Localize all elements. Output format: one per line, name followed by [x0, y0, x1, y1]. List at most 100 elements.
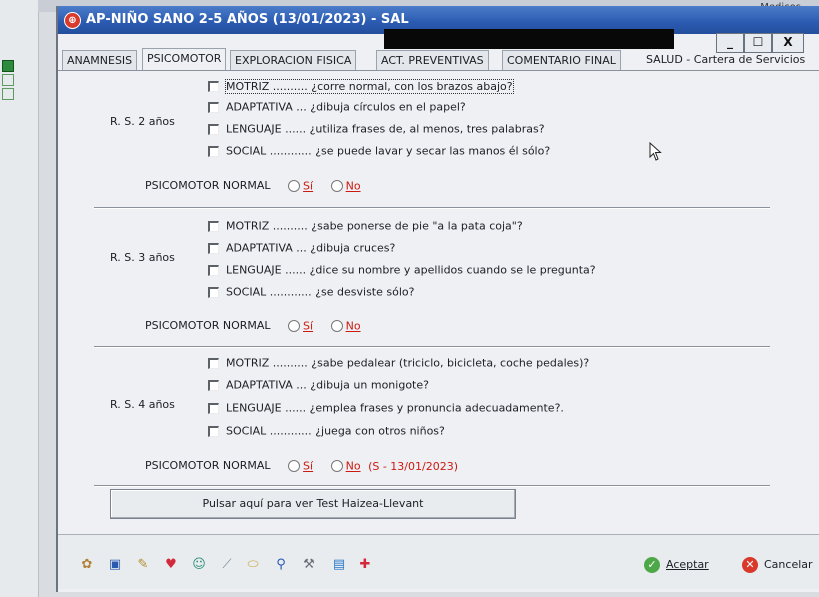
checkbox-box[interactable] [208, 264, 219, 276]
heart-icon[interactable]: ♥ [160, 556, 182, 574]
normal-label: PSICOMOTOR NORMAL [145, 319, 271, 332]
tab-bar: ANAMNESIS PSICOMOTOR EXPLORACION FISICA … [58, 48, 819, 71]
question-label: ¿emplea frases y pronuncia adecuadamente… [309, 401, 564, 415]
checkbox-box[interactable] [208, 425, 219, 437]
psicomotor-normal-2: PSICOMOTOR NORMAL Sí No [145, 179, 361, 193]
checkbox-box[interactable] [208, 145, 219, 157]
cancel-icon: ✕ [742, 557, 758, 573]
checkbox-box[interactable] [208, 286, 219, 298]
question-label: ¿sabe ponerse de pie "a la pata coja"? [311, 219, 523, 233]
area-label: MOTRIZ .......... [226, 79, 308, 93]
radio-si-label[interactable]: Sí [303, 460, 313, 473]
pipette-icon[interactable]: ⟋ [216, 556, 238, 574]
question-label: ¿se desviste sólo? [315, 285, 415, 299]
first-aid-icon[interactable]: ✚ [354, 556, 376, 574]
radio-no[interactable] [330, 460, 343, 472]
radio-si-label[interactable]: Sí [303, 320, 313, 333]
area-label: SOCIAL ............ [226, 144, 312, 158]
checkbox-3-lenguaje[interactable]: LENGUAJE ...... ¿dice su nombre y apelli… [208, 263, 596, 279]
pill-icon[interactable]: ⬭ [242, 556, 264, 574]
accept-label: Aceptar [666, 558, 709, 571]
tree-node-icon [2, 60, 14, 72]
area-label: SOCIAL ............ [226, 285, 312, 299]
checkbox-box[interactable] [208, 101, 219, 113]
area-label: MOTRIZ .......... [226, 219, 308, 233]
checkbox-4-social[interactable]: SOCIAL ............ ¿juega con otros niñ… [208, 424, 445, 440]
cancel-button[interactable]: ✕ Cancelar [742, 555, 813, 575]
tab-exploracion-fisica[interactable]: EXPLORACION FISICA [230, 50, 357, 70]
normal-label: PSICOMOTOR NORMAL [145, 459, 271, 472]
area-label: MOTRIZ .......... [226, 356, 308, 370]
area-label: ADAPTATIVA ... [226, 378, 307, 392]
question-label: ¿dibuja círculos en el papel? [310, 100, 466, 114]
checkbox-3-adaptativa[interactable]: ADAPTATIVA ... ¿dibuja cruces? [208, 241, 395, 257]
area-label: LENGUAJE ...... [226, 401, 307, 415]
psicomotor-panel: R. S. 2 años MOTRIZ .......... ¿corre no… [58, 71, 819, 501]
group-label-3-anos: R. S. 3 años [110, 251, 175, 264]
cancel-label: Cancelar [764, 558, 813, 571]
checkbox-box[interactable] [208, 357, 219, 369]
tools-icon[interactable]: ⚒ [298, 556, 320, 574]
area-label: SOCIAL ............ [226, 424, 312, 438]
checkbox-4-lenguaje[interactable]: LENGUAJE ...... ¿emplea frases y pronunc… [208, 401, 564, 417]
radio-no-label[interactable]: No [346, 180, 361, 193]
question-label: ¿juega con otros niños? [315, 424, 445, 438]
checkbox-4-adaptativa[interactable]: ADAPTATIVA ... ¿dibuja un monigote? [208, 378, 429, 394]
checkbox-box[interactable] [208, 123, 219, 135]
bottom-toolbar: ✿ ▣ ✎ ♥ ☺ ⟋ ⬭ ⚲ ⚒ ▤ ✚ ✓ Aceptar ✕ Cancelar [58, 534, 819, 589]
psicomotor-normal-3: PSICOMOTOR NORMAL Sí No [145, 319, 361, 333]
checkbox-4-motriz[interactable]: MOTRIZ .......... ¿sabe pedalear (tricic… [208, 356, 589, 372]
group-label-4-anos: R. S. 4 años [110, 398, 175, 411]
checkbox-box[interactable] [208, 242, 219, 254]
checkbox-box[interactable] [208, 379, 219, 391]
normal-label: PSICOMOTOR NORMAL [145, 179, 271, 192]
checkbox-3-motriz[interactable]: MOTRIZ .......... ¿sabe ponerse de pie "… [208, 219, 523, 235]
radio-no-label[interactable]: No [346, 320, 361, 333]
question-label: ¿dibuja un monigote? [310, 378, 429, 392]
area-label: ADAPTATIVA ... [226, 100, 307, 114]
area-label: ADAPTATIVA ... [226, 241, 307, 255]
radio-si[interactable] [288, 180, 301, 192]
checkbox-box[interactable] [208, 402, 219, 414]
radio-si-label[interactable]: Sí [303, 180, 313, 193]
checkbox-2-social[interactable]: SOCIAL ............ ¿se puede lavar y se… [208, 144, 550, 160]
accept-button[interactable]: ✓ Aceptar [644, 555, 709, 575]
tree-node-icon [2, 88, 14, 100]
tab-act-preventivas[interactable]: ACT. PREVENTIVAS [376, 50, 489, 70]
group-label-2-anos: R. S. 2 años [110, 115, 175, 128]
checkbox-2-lenguaje[interactable]: LENGUAJE ...... ¿utiliza frases de, al m… [208, 122, 545, 138]
magnifier-icon[interactable]: ⚲ [270, 556, 292, 574]
background-app-strip [0, 0, 39, 597]
pen-icon[interactable]: ✎ [132, 556, 154, 574]
tab-cartera-servicios[interactable]: SALUD - Cartera de Servicios [642, 50, 809, 69]
section-divider [94, 207, 770, 209]
question-label: ¿se puede lavar y secar las manos él sól… [315, 144, 551, 158]
tab-comentario-final[interactable]: COMENTARIO FINAL [502, 50, 621, 70]
question-label: ¿corre normal, con los brazos abajo? [311, 79, 513, 93]
tree-node-icon [2, 74, 14, 86]
section-divider [94, 346, 770, 348]
search-person-icon[interactable]: ☺ [188, 556, 210, 574]
radio-no[interactable] [330, 320, 343, 332]
checkbox-box[interactable] [208, 80, 219, 92]
checkbox-3-social[interactable]: SOCIAL ............ ¿se desviste sólo? [208, 285, 414, 301]
radio-si[interactable] [288, 460, 301, 472]
users-icon[interactable]: ✿ [76, 556, 98, 574]
redacted-region [384, 29, 674, 49]
document-icon[interactable]: ▤ [328, 556, 350, 574]
radio-si[interactable] [288, 320, 301, 332]
question-label: ¿dice su nombre y apellidos cuando se le… [309, 263, 596, 277]
tab-anamnesis[interactable]: ANAMNESIS [62, 50, 138, 70]
monitor-icon[interactable]: ▣ [104, 556, 126, 574]
radio-no[interactable] [330, 180, 343, 192]
psicomotor-normal-4: PSICOMOTOR NORMAL Sí No (S - 13/01/2023) [145, 459, 458, 473]
tab-psicomotor[interactable]: PSICOMOTOR [142, 48, 227, 70]
checkbox-box[interactable] [208, 220, 219, 232]
checkbox-2-adaptativa[interactable]: ADAPTATIVA ... ¿dibuja círculos en el pa… [208, 100, 466, 116]
radio-no-label[interactable]: No [346, 460, 361, 473]
area-label: LENGUAJE ...... [226, 122, 307, 136]
checkbox-2-motriz[interactable]: MOTRIZ .......... ¿corre normal, con los… [208, 78, 514, 95]
haizea-llevant-button[interactable]: Pulsar aquí para ver Test Haizea-Llevant [110, 489, 516, 519]
window-title: AP-NIÑO SANO 2-5 AÑOS (13/01/2023) - SAL [86, 12, 409, 27]
section-divider [94, 485, 770, 487]
